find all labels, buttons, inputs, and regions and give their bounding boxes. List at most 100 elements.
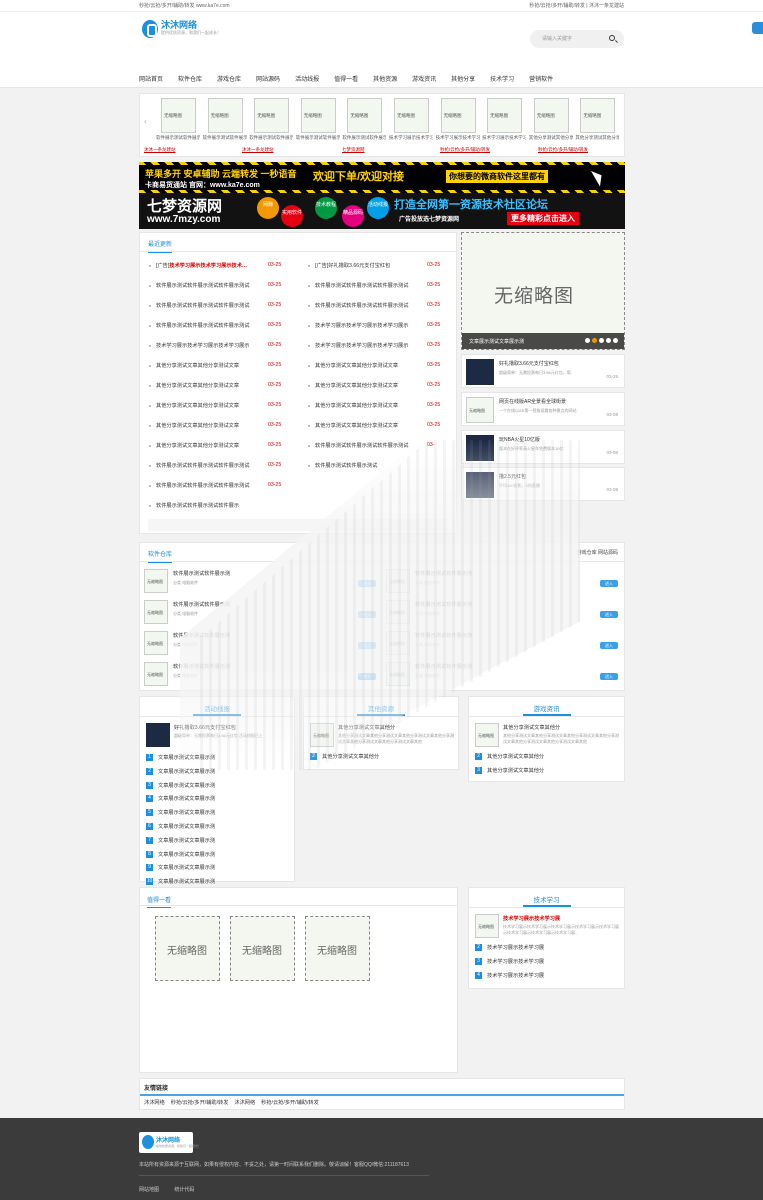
slider-dot[interactable] [599, 338, 604, 343]
news-row[interactable]: 软件展示测试软件展示测试软件展示测试 03-25 [303, 301, 453, 321]
news-title[interactable]: 软件展示测试软件展示测试 [315, 462, 419, 469]
friend-link[interactable]: 秒抢/云抢/多开/辅助/转发 [171, 1100, 229, 1106]
friend-link[interactable]: 沐沐网络 [144, 1100, 165, 1106]
hot-thumb[interactable] [466, 359, 494, 385]
thumb-image[interactable]: 无缩略图 [254, 98, 290, 133]
software-thumb[interactable]: 无缩略图 [386, 569, 410, 593]
nav-item-6[interactable]: 其他资源 [373, 70, 397, 86]
software-item[interactable]: 无缩略图 软件展示测试软件展示测 分类 电脑软件 进入 [382, 567, 622, 599]
ad-banner-ka7e[interactable]: 苹果多开 安卓辅助 云端转发 一秒语音 卡商易货通站 官网：www.ka7e.c… [139, 162, 625, 193]
software-item[interactable]: 无缩略图 软件展示测试软件展示测 分类 电脑软件 进入 [140, 598, 380, 630]
news-title[interactable]: 软件展示测试软件展示测试软件展示测试 [156, 322, 260, 329]
enter-button[interactable]: 进入 [600, 642, 618, 649]
software-title[interactable]: 软件展示测试软件展示测 [415, 663, 472, 670]
feature-thumb[interactable]: 无缩略图 [475, 914, 499, 938]
nav-item-4[interactable]: 活动线报 [295, 70, 319, 86]
thumb-image[interactable]: 无缩略图 [580, 98, 616, 133]
rank-row[interactable]: 2 其他分享测试文章其他分 [310, 752, 450, 766]
rank-title[interactable]: 其他分享测试文章其他分 [322, 753, 379, 760]
thumb-caption[interactable]: 其他分享测试其他分享 [529, 135, 573, 141]
hot-title[interactable]: 网页在线版AR全景看全球街景 [499, 398, 621, 405]
nav-item-10[interactable]: 营销软件 [529, 70, 553, 86]
news-row[interactable]: 其他分享测试文章其他分享测试文章 03-25 [144, 361, 294, 381]
float-chat-icon[interactable] [752, 22, 763, 34]
thumb-image[interactable]: 无缩略图 [300, 98, 336, 133]
thumb-item[interactable]: 无缩略图技术学习展示技术学习 [482, 98, 528, 141]
rank-title[interactable]: 其他分享测试文章其他分 [487, 767, 544, 774]
thumb-image[interactable]: 无缩略图 [533, 98, 569, 133]
strip-link[interactable]: 秒抢/云抢/多开/辅助/转发 [440, 147, 490, 153]
slider-dot-active[interactable] [592, 338, 597, 343]
news-row[interactable]: 其他分享测试文章其他分享测试文章 03-25 [303, 401, 453, 421]
rank-title[interactable]: 文章展示测试文章展示测 [158, 864, 215, 871]
news-title[interactable]: 软件展示测试软件展示测试软件展示测试 [315, 442, 419, 449]
thumb-image[interactable]: 无缩略图 [347, 98, 383, 133]
software-item[interactable]: 无缩略图 软件展示测试软件展示测 分类 电脑软件 进入 [140, 629, 380, 661]
news-row[interactable]: 其他分享测试文章其他分享测试文章 03-25 [144, 381, 294, 401]
rank-row[interactable]: 5 文章展示测试文章展示测 [146, 808, 286, 822]
search-input[interactable]: 请输入关键字 [530, 30, 624, 48]
feature-title[interactable]: 技术学习展示技术学习展 [503, 915, 560, 922]
news-title[interactable]: [广告]技术学习展示技术学习展示技术… [156, 262, 260, 269]
hot-title[interactable]: 好礼撸取3.66元支付宝红包 [499, 360, 621, 367]
enter-button[interactable]: 进入 [600, 580, 618, 587]
banner2-cta[interactable]: 更多精彩点击进入 [507, 212, 579, 225]
rank-title[interactable]: 文章展示测试文章展示测 [158, 795, 215, 802]
thumb-image[interactable]: 无缩略图 [440, 98, 476, 133]
feature-title[interactable]: 好礼撸取3.66元支付宝红包 [174, 724, 236, 731]
news-title[interactable]: 其他分享测试文章其他分享测试文章 [315, 382, 419, 389]
footer-link-stats[interactable]: 统计代码 [174, 1187, 194, 1193]
rank-row[interactable]: 3 技术学习展示技术学习展 [475, 957, 615, 971]
news-title[interactable]: 其他分享测试文章其他分享测试文章 [315, 362, 419, 369]
thumb-item[interactable]: 无缩略图其他分享测试其他分享 [529, 98, 575, 141]
slider-dot[interactable] [613, 338, 618, 343]
rank-title[interactable]: 文章展示测试文章展示测 [158, 768, 215, 775]
friend-link[interactable]: 沐沐网络 [234, 1100, 255, 1106]
footer-logo[interactable]: 沐沐网络 提供优质资源，和我们一起成长！ [139, 1132, 201, 1153]
rank-title[interactable]: 文章展示测试文章展示测 [158, 809, 215, 816]
software-thumb[interactable]: 无缩略图 [144, 600, 168, 624]
feature-title[interactable]: 其他分享测试文章其他分 [503, 724, 560, 731]
rank-row[interactable]: 9 文章展示测试文章展示测 [146, 863, 286, 877]
rank-title[interactable]: 其他分享测试文章其他分 [487, 753, 544, 760]
software-thumb[interactable]: 无缩略图 [144, 569, 168, 593]
software-title[interactable]: 软件展示测试软件展示测 [415, 570, 472, 577]
news-title[interactable]: 其他分享测试文章其他分享测试文章 [156, 402, 260, 409]
hot-item[interactable]: 无缩略图 网页在线版AR全景看全球街景 一个在线以AR第一视角观看各种景点的网站 03… [461, 392, 625, 426]
news-title[interactable]: 软件展示测试软件展示测试软件展示测试 [315, 282, 419, 289]
thumb-item[interactable]: 无缩略图 软件展示测试软件展示 [156, 98, 202, 141]
chevron-left-icon[interactable]: ‹ [144, 116, 147, 126]
news-row[interactable]: 软件展示测试软件展示测试软件展示测试 03-25 [303, 281, 453, 301]
hot-item[interactable]: 玩NBA火星10亿版 版本在好评率高火星车免费版本10亿 03-08 [461, 430, 625, 464]
strip-link[interactable]: 沐沐一条龙建站 [242, 147, 274, 153]
rank-row[interactable]: 2 其他分享测试文章其他分 [475, 752, 615, 766]
news-row[interactable]: 其他分享测试文章其他分享测试文章 03-25 [303, 381, 453, 401]
thumb-item[interactable]: 无缩略图 软件展示测试软件展示 [342, 98, 388, 141]
software-title[interactable]: 软件展示测试软件展示测 [173, 570, 230, 577]
rank-title[interactable]: 文章展示测试文章展示测 [158, 851, 215, 858]
thumb-caption[interactable]: 技术学习展示技术学习 [436, 135, 480, 141]
thumb-item[interactable]: 无缩略图技术学习展示技术学习 [436, 98, 482, 141]
thumb-item[interactable]: 无缩略图 软件展示测试软件展示 [296, 98, 342, 141]
thumb-caption[interactable]: 技术学习展示技术学习 [482, 135, 526, 141]
news-title[interactable]: 软件展示测试软件展示测试软件展示测试 [315, 302, 419, 309]
rank-row[interactable]: 3 文章展示测试文章展示测 [146, 781, 286, 795]
thumb-caption[interactable]: 软件展示测试软件展示 [249, 135, 293, 141]
rank-title[interactable]: 技术学习展示技术学习展 [487, 958, 544, 965]
rank-row[interactable]: 6 文章展示测试文章展示测 [146, 822, 286, 836]
rank-title[interactable]: 技术学习展示技术学习展 [487, 972, 544, 979]
slider-dot[interactable] [585, 338, 590, 343]
news-title[interactable]: 技术学习展示技术学习展示技术学习展示 [315, 322, 419, 329]
news-row[interactable]: 软件展示测试软件展示测试 [303, 461, 453, 481]
thumb-caption[interactable]: 软件展示测试软件展示 [156, 135, 200, 141]
thumb-image[interactable]: 无缩略图 [487, 98, 523, 133]
software-thumb[interactable]: 无缩略图 [386, 600, 410, 624]
news-row[interactable]: 其他分享测试文章其他分享测试文章 03-25 [144, 401, 294, 421]
software-thumb[interactable]: 无缩略图 [386, 631, 410, 655]
nav-item-7[interactable]: 游戏资讯 [412, 70, 436, 86]
nav-item-0[interactable]: 网站首页 [139, 70, 163, 86]
rank-row[interactable]: 1 文章展示测试文章展示测 [146, 753, 286, 767]
hot-thumb[interactable]: 无缩略图 [466, 397, 494, 423]
news-title[interactable]: 软件展示测试软件展示测试软件展示 [156, 502, 260, 509]
enter-button[interactable]: 进入 [358, 580, 376, 587]
